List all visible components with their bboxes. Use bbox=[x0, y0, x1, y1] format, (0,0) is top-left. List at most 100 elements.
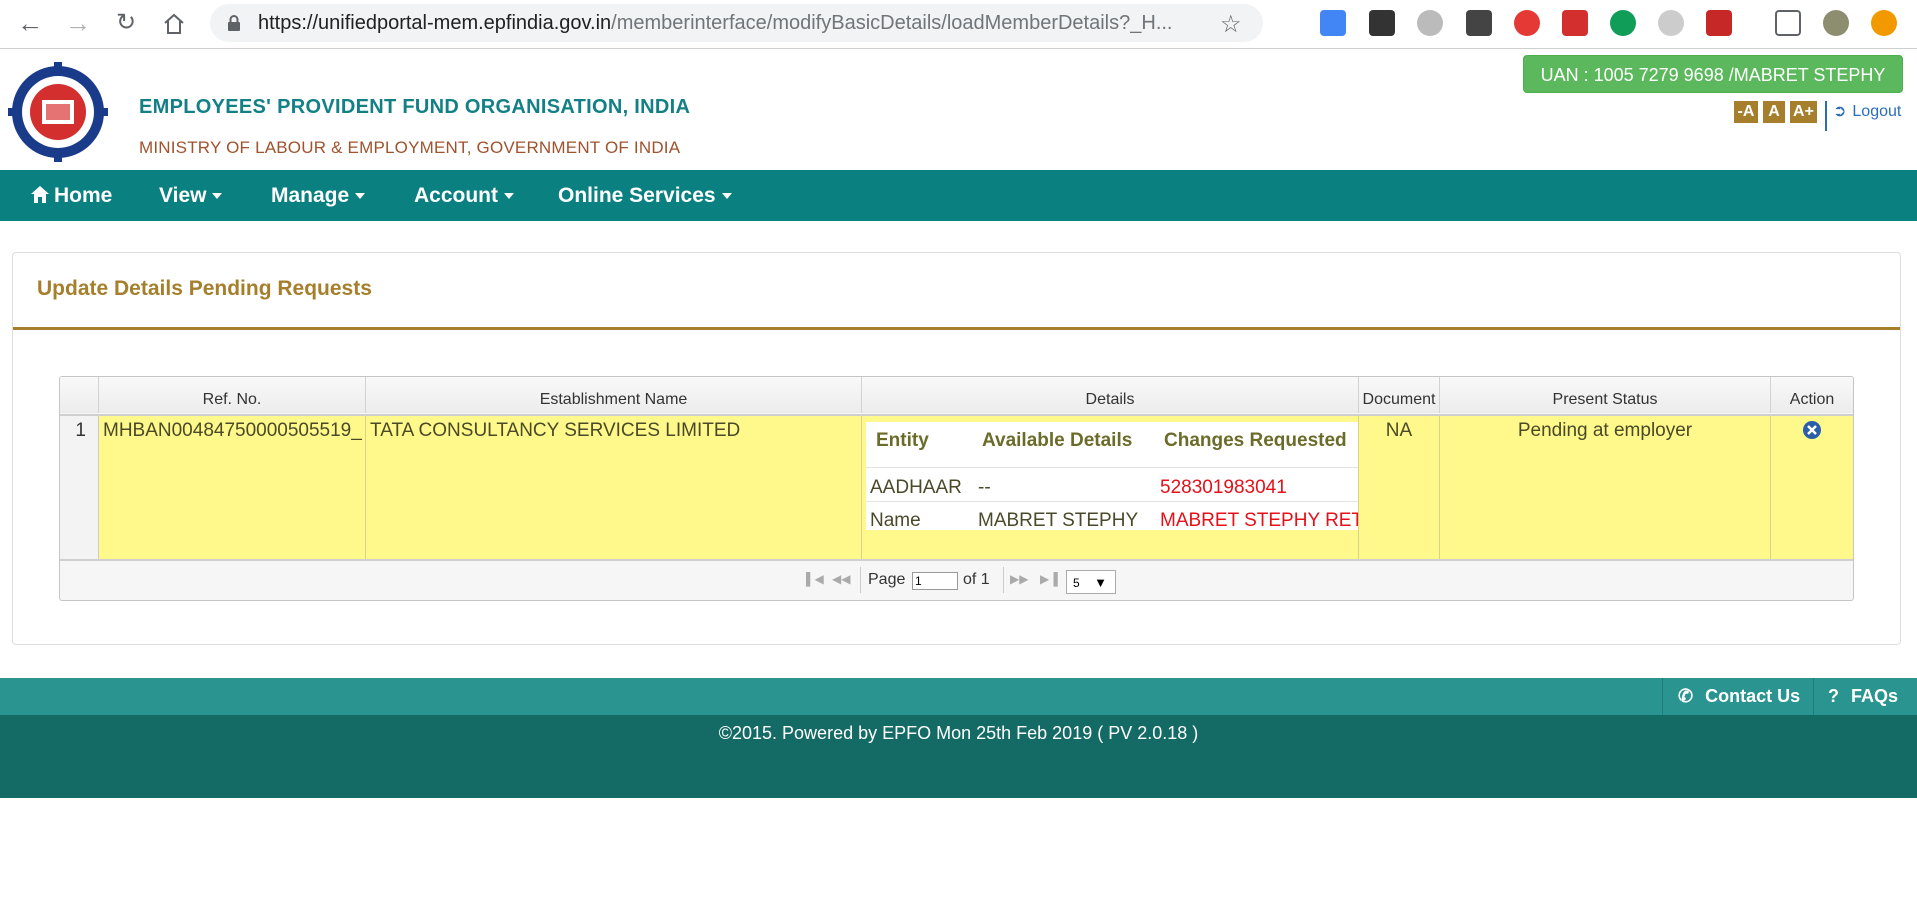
details-header-changes: Changes Requested bbox=[1164, 430, 1347, 451]
translate-extension-icon[interactable] bbox=[1320, 10, 1346, 36]
details-header-entity: Entity bbox=[876, 430, 929, 451]
col-header-ref-no[interactable]: Ref. No. bbox=[99, 377, 366, 413]
address-bar[interactable]: https://unifiedportal-mem.epfindia.gov.i… bbox=[210, 4, 1263, 42]
chevron-down-icon bbox=[504, 193, 514, 200]
chevron-down-icon bbox=[721, 193, 732, 200]
nav-online-services-label: Online Services bbox=[558, 184, 716, 207]
bulb-extension-icon[interactable] bbox=[1466, 10, 1492, 36]
last-page-icon[interactable]: ▶▐ bbox=[1040, 572, 1058, 586]
font-decrease-button[interactable]: -A bbox=[1734, 101, 1758, 123]
faqs-label: FAQs bbox=[1851, 686, 1899, 706]
details-change: MABRET STEPHY RET bbox=[1160, 510, 1359, 531]
status-cell: Pending at employer bbox=[1440, 416, 1771, 559]
nav-manage-label: Manage bbox=[271, 184, 350, 207]
logout-icon: ➲ bbox=[1833, 103, 1847, 120]
pdf-extension-icon[interactable] bbox=[1562, 10, 1588, 36]
circle-extension-icon[interactable] bbox=[1658, 10, 1684, 36]
logout-link[interactable]: ➲ Logout bbox=[1833, 101, 1901, 123]
divider bbox=[13, 327, 1900, 330]
details-cell: Entity Available Details Changes Request… bbox=[862, 416, 1359, 559]
divider bbox=[866, 467, 1358, 468]
globe-extension-icon[interactable] bbox=[1417, 10, 1443, 36]
update-icon[interactable] bbox=[1871, 10, 1897, 36]
next-page-icon[interactable]: ▶▶ bbox=[1010, 572, 1028, 586]
nav-account[interactable]: Account bbox=[414, 170, 514, 221]
nav-manage[interactable]: Manage bbox=[271, 170, 366, 221]
forward-icon[interactable]: → bbox=[64, 9, 92, 37]
nav-home-label: Home bbox=[54, 184, 113, 207]
col-header-establishment[interactable]: Establishment Name bbox=[366, 377, 862, 413]
dropdown-arrow-icon: ▼ bbox=[1094, 575, 1107, 590]
nav-home[interactable]: Home bbox=[31, 170, 112, 221]
adblock-extension-icon[interactable] bbox=[1514, 10, 1540, 36]
chevron-down-icon bbox=[355, 193, 366, 200]
avatar[interactable] bbox=[1823, 10, 1849, 36]
col-header-action[interactable]: Action bbox=[1771, 377, 1853, 413]
footer: ©2015. Powered by EPFO Mon 25th Feb 2019… bbox=[0, 715, 1917, 798]
font-increase-button[interactable]: A+ bbox=[1790, 101, 1817, 123]
establishment-cell: TATA CONSULTANCY SERVICES LIMITED bbox=[366, 416, 862, 559]
details-header-available: Available Details bbox=[982, 430, 1133, 451]
page-total: of 1 bbox=[963, 571, 990, 588]
font-normal-button[interactable]: A bbox=[1763, 101, 1785, 123]
divider bbox=[860, 567, 861, 593]
site-header: EMPLOYEES' PROVIDENT FUND ORGANISATION, … bbox=[0, 49, 1917, 170]
panel-title: Update Details Pending Requests bbox=[37, 277, 372, 300]
details-change: 528301983041 bbox=[1160, 477, 1287, 498]
home-nav-icon bbox=[31, 186, 49, 203]
contact-us-link[interactable]: ✆ Contact Us bbox=[1678, 678, 1800, 715]
page-size-select[interactable]: 5 ▼ bbox=[1066, 570, 1116, 594]
prev-page-icon[interactable]: ◀◀ bbox=[832, 572, 850, 586]
divider bbox=[1003, 567, 1004, 593]
table-row[interactable]: 1 MHBAN00484750000505519_ TATA CONSULTAN… bbox=[60, 414, 1853, 561]
bookmark-star-icon[interactable]: ☆ bbox=[1220, 10, 1242, 39]
reload-icon[interactable]: ↻ bbox=[112, 9, 140, 37]
action-cell bbox=[1771, 416, 1853, 559]
divider bbox=[866, 501, 1358, 502]
page-label: Page bbox=[868, 571, 906, 588]
divider bbox=[1813, 678, 1814, 715]
nav-view[interactable]: View bbox=[159, 170, 223, 221]
col-header-document[interactable]: Document bbox=[1359, 377, 1440, 413]
uan-badge: UAN : 1005 7279 9698 /MABRET STEPHY bbox=[1523, 55, 1903, 93]
col-header-status[interactable]: Present Status bbox=[1440, 377, 1771, 413]
org-name: EMPLOYEES' PROVIDENT FUND ORGANISATION, … bbox=[139, 96, 691, 118]
details-subtable: Entity Available Details Changes Request… bbox=[866, 422, 1359, 531]
details-entity: Name bbox=[870, 510, 921, 531]
details-entity: AADHAAR bbox=[870, 477, 962, 498]
cors-extension-icon[interactable] bbox=[1706, 10, 1732, 36]
back-icon[interactable]: ← bbox=[16, 9, 44, 37]
home-icon[interactable] bbox=[160, 9, 188, 37]
epfo-logo bbox=[8, 62, 108, 162]
nav-account-label: Account bbox=[414, 184, 498, 207]
page-size-value: 5 bbox=[1073, 576, 1080, 590]
nav-online-services[interactable]: Online Services bbox=[558, 170, 732, 221]
main-nav: Home View Manage Account Online Services bbox=[0, 170, 1917, 221]
first-page-icon[interactable]: ▌◀ bbox=[806, 572, 824, 586]
cast-icon[interactable] bbox=[1775, 10, 1801, 36]
requests-grid: Ref. No. Establishment Name Details Docu… bbox=[59, 376, 1854, 601]
question-icon: ? bbox=[1828, 686, 1839, 706]
col-header-details[interactable]: Details bbox=[862, 377, 1359, 413]
ministry-name: MINISTRY OF LABOUR & EMPLOYMENT, GOVERNM… bbox=[139, 138, 681, 157]
logout-label: Logout bbox=[1852, 103, 1902, 120]
document-cell: NA bbox=[1359, 416, 1440, 559]
details-available: -- bbox=[978, 477, 991, 498]
details-available: MABRET STEPHY bbox=[978, 510, 1139, 531]
browser-toolbar: ← → ↻ https://unifiedportal-mem.epfindia… bbox=[0, 0, 1917, 49]
nav-view-label: View bbox=[159, 184, 207, 207]
divider bbox=[1662, 678, 1663, 715]
grid-pager: ▌◀ ◀◀ Page of 1 ▶▶ ▶▐ 5▼ bbox=[60, 562, 1853, 600]
faqs-link[interactable]: ? FAQs bbox=[1828, 678, 1898, 715]
x-extension-icon[interactable] bbox=[1369, 10, 1395, 36]
url-text: https://unifiedportal-mem.epfindia.gov.i… bbox=[258, 12, 1173, 34]
chat-extension-icon[interactable] bbox=[1610, 10, 1636, 36]
lock-icon bbox=[228, 15, 240, 31]
page-number-input[interactable] bbox=[912, 572, 958, 590]
row-number: 1 bbox=[60, 416, 99, 559]
divider bbox=[1825, 101, 1827, 131]
phone-icon: ✆ bbox=[1678, 686, 1694, 706]
footer-links-bar: ✆ Contact Us ? FAQs bbox=[0, 678, 1917, 715]
copyright-text: ©2015. Powered by EPFO Mon 25th Feb 2019… bbox=[718, 723, 1199, 743]
cancel-request-icon[interactable] bbox=[1802, 420, 1822, 440]
